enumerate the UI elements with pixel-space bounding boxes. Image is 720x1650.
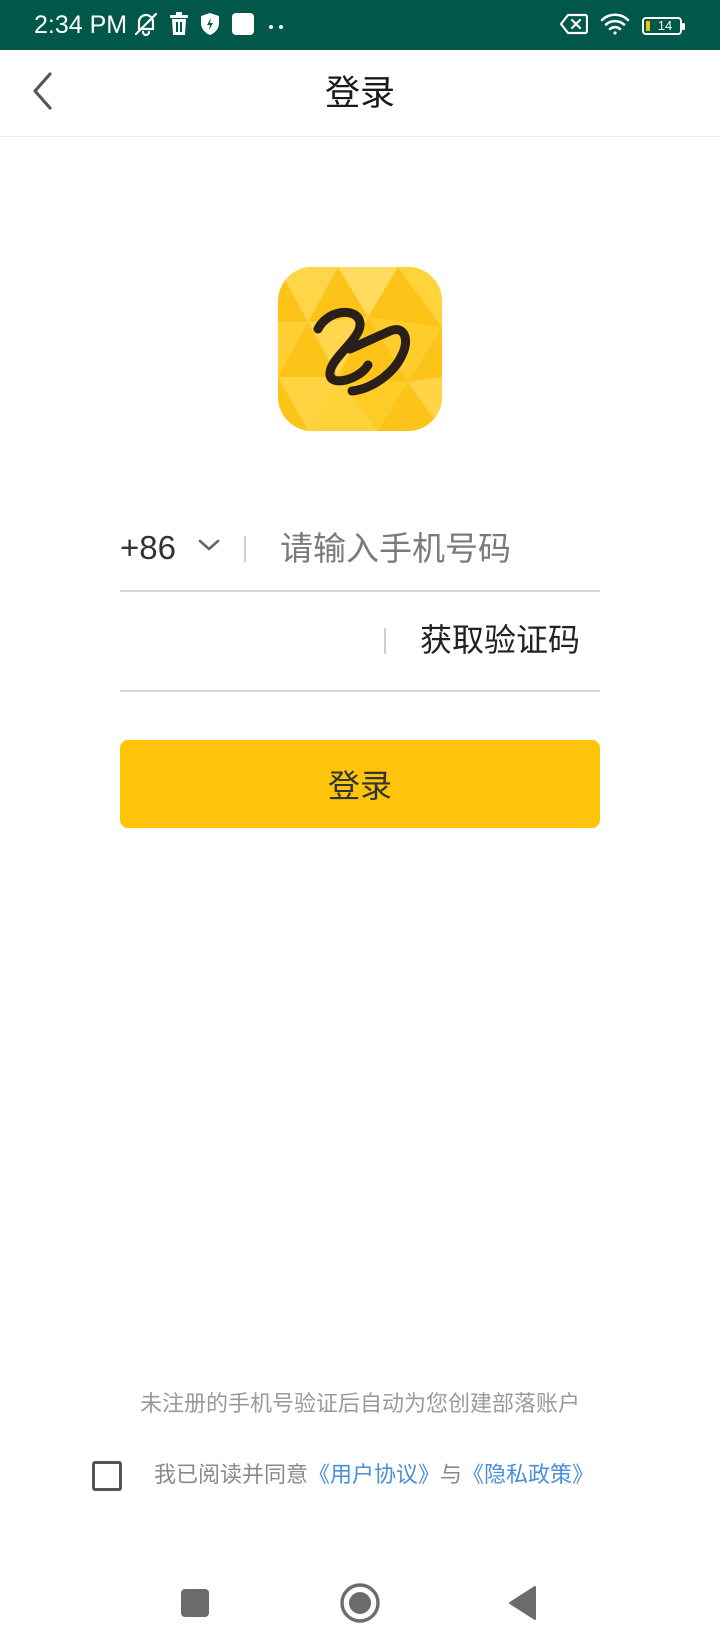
home-button[interactable]: [337, 1582, 383, 1628]
app-logo-icon: [278, 267, 442, 431]
no-sim-icon: [559, 13, 589, 39]
chevron-down-icon[interactable]: [194, 530, 224, 560]
square-icon: [231, 12, 255, 40]
field-divider: [244, 536, 246, 562]
agreement-row: 我已阅读并同意《用户协议》与《隐私政策》: [92, 1456, 594, 1496]
shield-icon: [199, 12, 221, 40]
register-notice: 未注册的手机号验证后自动为您创建部落账户: [139, 1392, 580, 1417]
verification-row: 获取验证码: [120, 592, 600, 692]
more-dots-icon: [265, 17, 287, 36]
field-divider: [384, 628, 386, 654]
battery-level: 14: [657, 18, 673, 33]
status-icons-right: 14: [559, 12, 685, 40]
agreement-text: 我已阅读并同意《用户协议》与《隐私政策》: [154, 1461, 594, 1491]
phone-row: +86: [120, 506, 600, 592]
status-icons-left: [133, 12, 287, 40]
header: 登录: [0, 50, 720, 137]
agree-checkbox[interactable]: [92, 1461, 122, 1491]
phone-input[interactable]: [280, 520, 598, 576]
back-triangle-icon: [507, 1585, 539, 1625]
verification-code-input[interactable]: [120, 614, 370, 670]
system-back-button[interactable]: [500, 1582, 546, 1628]
login-button[interactable]: 登录: [120, 740, 600, 828]
page-title: 登录: [324, 74, 395, 114]
wifi-icon: [600, 12, 630, 40]
recents-button[interactable]: [172, 1582, 218, 1628]
user-agreement-link[interactable]: 《用户协议》: [308, 1463, 440, 1488]
recents-square-icon: [180, 1588, 210, 1622]
muted-bell-icon: [133, 11, 159, 41]
get-code-button[interactable]: 获取验证码: [420, 618, 580, 662]
battery-icon: 14: [642, 17, 685, 35]
home-circle-icon: [339, 1582, 381, 1628]
status-time: 2:34 PM: [34, 11, 128, 39]
trash-icon: [169, 12, 189, 40]
status-bar: 2:34 PM 14: [0, 0, 720, 50]
agreement-conjunction: 与: [440, 1463, 463, 1488]
battery-level-fill: [646, 21, 650, 31]
country-code[interactable]: +86: [120, 526, 176, 570]
agreement-prefix: 我已阅读并同意: [154, 1463, 309, 1488]
navigation-bar: [0, 1570, 720, 1640]
privacy-policy-link[interactable]: 《隐私政策》: [462, 1463, 594, 1488]
